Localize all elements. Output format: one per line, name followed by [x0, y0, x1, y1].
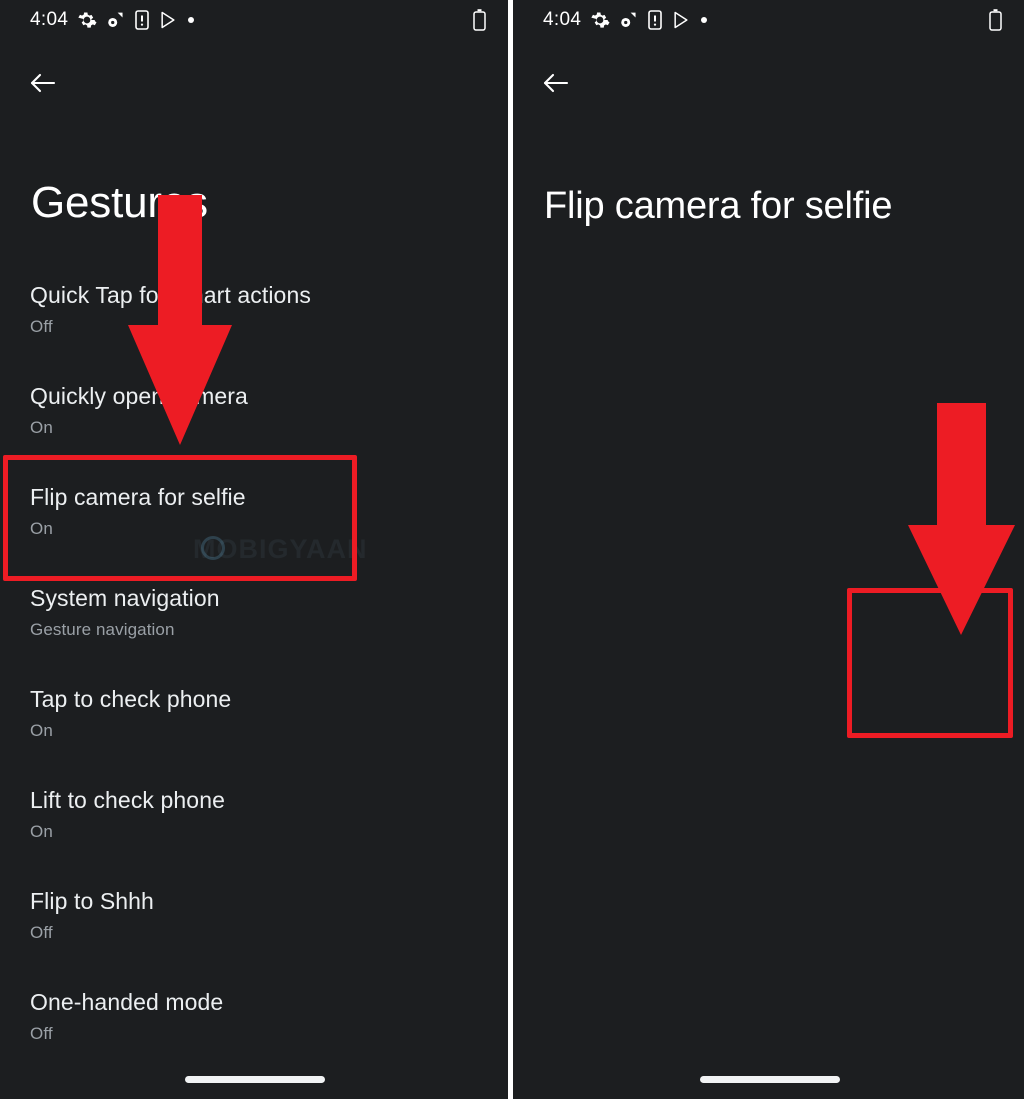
screenshot-stage: 4:04 Gestures Quick Tap for actions Off … — [0, 0, 1024, 1099]
list-item-title: Quickly open camera — [30, 383, 248, 409]
status-bar: 4:04 — [0, 0, 508, 40]
gestures-settings-list: Quick Tap for smart actions Off Quickly … — [0, 282, 508, 1090]
gesture-nav-pill[interactable] — [185, 1076, 325, 1083]
left-phone-screen: 4:04 Gestures Quick Tap for actions Off … — [0, 0, 508, 1099]
list-item-value: Off — [30, 317, 53, 336]
list-item[interactable]: Flip to Shhh Off — [0, 888, 508, 989]
list-item-title: System navigation — [30, 585, 220, 611]
back-arrow-icon[interactable] — [22, 62, 64, 104]
page-title: Flip camera for selfie — [544, 185, 893, 227]
list-item-title: Quick Tap for smart actions — [30, 282, 311, 308]
right-phone-screen: 4:04 Flip camera for selfie — [513, 0, 1024, 1099]
list-item[interactable]: System navigation Gesture navigation — [0, 585, 508, 686]
annotation-arrow-down-right — [908, 403, 1015, 635]
status-clock: 4:04 — [30, 9, 69, 30]
dot-icon — [187, 16, 195, 24]
list-item-value: Off — [30, 1024, 53, 1043]
list-item[interactable]: Tap to check phone On — [0, 686, 508, 787]
list-item-value: On — [30, 822, 53, 841]
list-item-value: On — [30, 721, 53, 740]
list-item[interactable]: One-handed mode Off — [0, 989, 508, 1090]
back-arrow-icon[interactable] — [535, 62, 577, 104]
gesture-nav-pill[interactable] — [700, 1076, 840, 1083]
gear-icon — [590, 10, 610, 30]
settings-signal-icon — [619, 11, 639, 29]
play-store-icon — [671, 10, 691, 30]
phone-alert-icon — [135, 10, 149, 30]
list-item[interactable]: Quick Tap for smart actions Off — [0, 282, 508, 383]
annotation-arrow-down-left — [128, 195, 232, 445]
list-item-title: One-handed mode — [30, 989, 224, 1015]
gear-icon — [77, 10, 97, 30]
list-item-title: Lift to check phone — [30, 787, 225, 813]
battery-icon — [473, 9, 486, 31]
list-item[interactable]: Lift to check phone On — [0, 787, 508, 888]
battery-icon — [989, 9, 1002, 31]
list-item-value: On — [30, 418, 53, 437]
dot-icon — [700, 16, 708, 24]
list-item-value: Off — [30, 923, 53, 942]
list-item-value: Gesture navigation — [30, 620, 175, 639]
phone-alert-icon — [648, 10, 662, 30]
list-item-title: Flip to Shhh — [30, 888, 154, 914]
play-store-icon — [158, 10, 178, 30]
status-bar: 4:04 — [513, 0, 1024, 40]
list-item-title: Tap to check phone — [30, 686, 232, 712]
status-clock: 4:04 — [543, 9, 582, 30]
highlight-box-flip-camera-row — [3, 455, 357, 581]
settings-signal-icon — [106, 11, 126, 29]
